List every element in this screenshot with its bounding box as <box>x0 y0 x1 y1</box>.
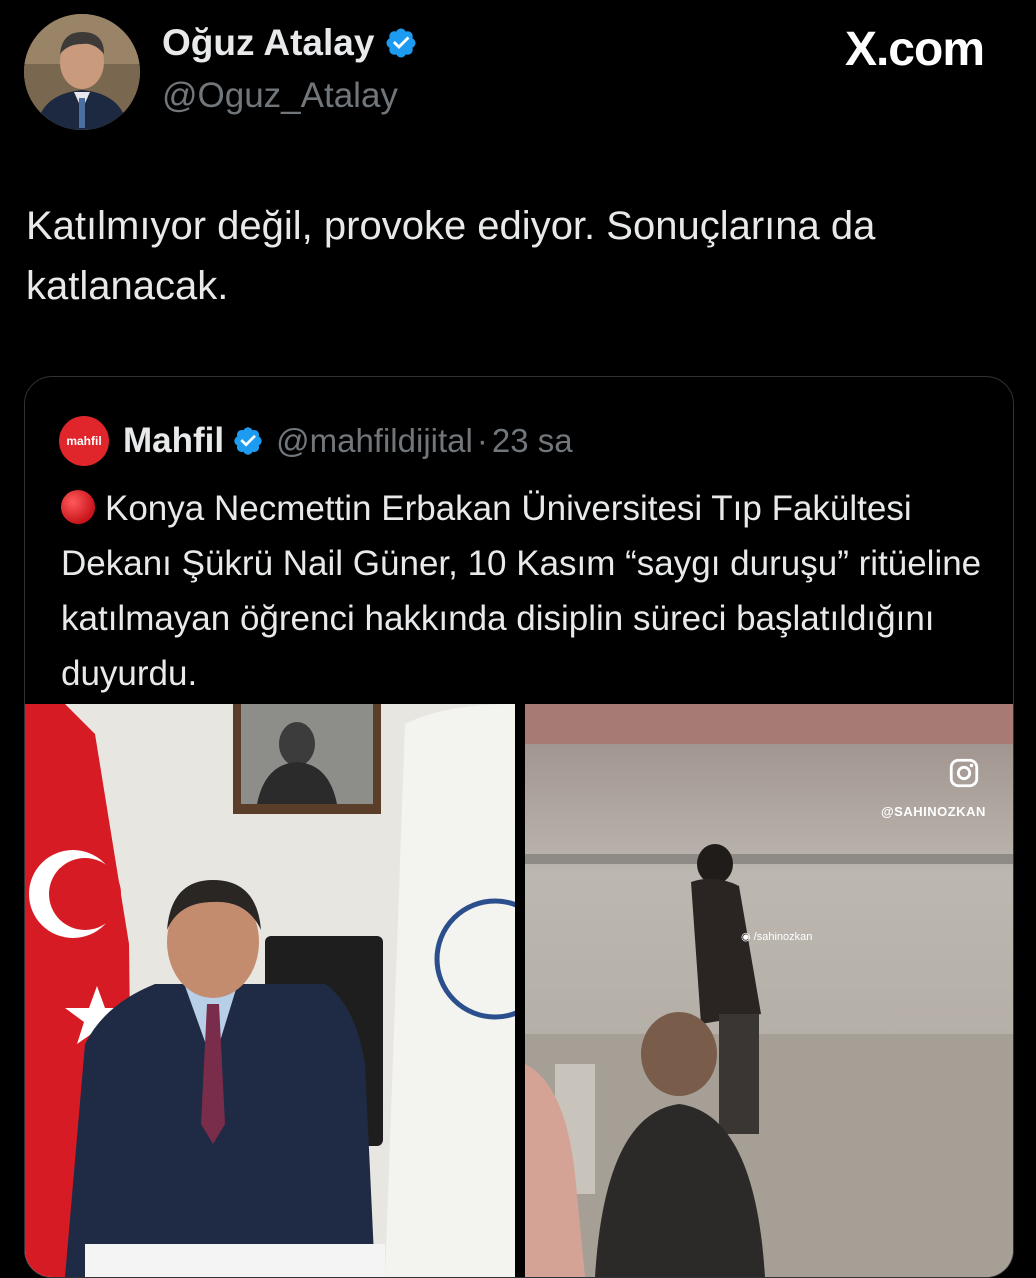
author-name-text: Oğuz Atalay <box>162 22 375 63</box>
tweet-header: Oğuz Atalay @Oguz_Atalay X.com <box>0 0 1036 140</box>
quoted-tweet-header: mahfil Mahfil @mahfildijital · 23 sa <box>59 413 573 469</box>
instagram-overlay-handle-text: /sahinozkan <box>753 931 813 943</box>
lecture-hall-video-icon <box>525 704 1013 1277</box>
quoted-tweet-text: Konya Necmettin Erbakan Üniversitesi Tıp… <box>61 481 991 701</box>
quoted-tweet-body: Konya Necmettin Erbakan Üniversitesi Tıp… <box>61 489 982 693</box>
mahfil-logo[interactable]: mahfil <box>59 416 109 466</box>
instagram-overlay-handle: ◉ /sahinozkan <box>741 930 812 943</box>
quoted-author-handle[interactable]: @mahfildijital <box>276 422 473 460</box>
instagram-icon <box>949 758 979 788</box>
tweet-text: Katılmıyor değil, provoke ediyor. Sonuçl… <box>26 204 876 308</box>
author-name[interactable]: Oğuz Atalay <box>162 22 418 64</box>
verified-badge-icon <box>386 28 416 58</box>
red-circle-icon <box>61 490 95 524</box>
quoted-tweet-card[interactable]: mahfil Mahfil @mahfildijital · 23 sa Kon… <box>24 376 1014 1278</box>
profile-photo-icon <box>24 14 140 130</box>
site-label: X.com <box>844 23 985 76</box>
quoted-timestamp[interactable]: 23 sa <box>492 422 573 460</box>
author-handle[interactable]: @Oguz_Atalay <box>162 76 398 116</box>
media-video-right[interactable]: @SAHINOZKAN ◉ /sahinozkan <box>525 704 1013 1277</box>
verified-badge-icon <box>234 427 262 455</box>
separator-dot: · <box>476 422 488 459</box>
quoted-author-name[interactable]: Mahfil <box>123 421 224 461</box>
author-avatar[interactable] <box>24 14 140 130</box>
office-portrait-photo-icon <box>25 704 515 1277</box>
instagram-small-icon: ◉ <box>741 931 751 943</box>
media-image-left[interactable] <box>25 704 515 1277</box>
instagram-watermark: @SAHINOZKAN <box>881 804 986 819</box>
